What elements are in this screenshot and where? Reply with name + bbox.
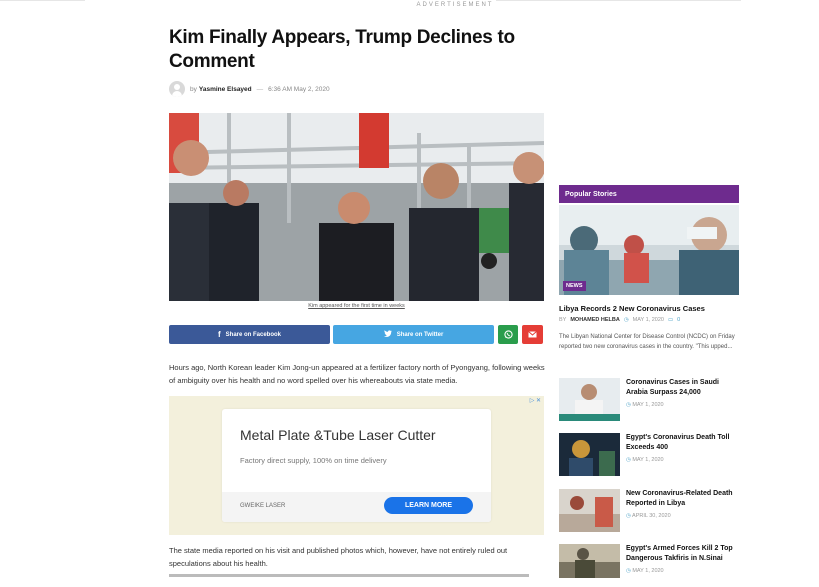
article-paragraph: The state media reported on his visit an… [169, 546, 508, 568]
share-twitter-label: Share on Twitter [396, 331, 444, 338]
article-hero-image [169, 113, 544, 301]
share-twitter-button[interactable]: Share on Twitter [333, 325, 494, 344]
facebook-icon: f [217, 330, 221, 339]
article-paragraph: Hours ago, North Korean leader Kim Jong-… [169, 363, 545, 385]
share-whatsapp-button[interactable] [498, 325, 518, 344]
article-paragraph-cutoff [169, 572, 529, 578]
side-story-title[interactable]: New Coronavirus-Related Death Reported i… [626, 489, 741, 509]
image-caption[interactable]: Kim appeared for the first time in weeks [169, 303, 544, 309]
adchoices-icon[interactable]: ▷ ✕ [530, 397, 541, 404]
side-story-title[interactable]: Coronavirus Cases in Saudi Arabia Surpas… [626, 378, 741, 398]
side-story-item[interactable]: Egypt's Coronavirus Death Toll Exceeds 4… [559, 433, 741, 476]
top-divider [0, 0, 819, 1]
side-story-date: ◷ MAY 1, 2020 [626, 457, 664, 463]
share-email-button[interactable] [522, 325, 543, 344]
side-story-item[interactable]: Egypt's Armed Forces Kill 2 Top Dangerou… [559, 544, 741, 587]
side-story-date: ◷ MAY 1, 2020 [626, 402, 664, 408]
twitter-icon [383, 330, 392, 339]
popular-stories-header: Popular Stories [559, 185, 739, 203]
clock-icon: ◷ [623, 317, 629, 323]
ad-learn-more-button[interactable]: LEARN MORE [384, 497, 473, 514]
article-datetime: 6:36 AM May 2, 2020 [268, 85, 330, 93]
side-story-thumbnail[interactable] [559, 489, 620, 532]
advertisement-label: ADVERTISEMENT [416, 2, 494, 8]
by-label: by [190, 85, 197, 93]
featured-date: MAY 1, 2020 [632, 317, 664, 323]
side-story-title[interactable]: Egypt's Coronavirus Death Toll Exceeds 4… [626, 433, 741, 453]
side-story-thumbnail[interactable] [559, 433, 620, 476]
side-story-date: ◷ APRIL 30, 2020 [626, 513, 671, 519]
advertisement-banner[interactable]: ▷ ✕ Metal Plate &Tube Laser Cutter Facto… [169, 396, 544, 535]
ad-subtext: Factory direct supply, 100% on time deli… [240, 456, 387, 465]
meta-separator: — [256, 85, 264, 93]
author-avatar[interactable] [169, 81, 185, 97]
featured-comment-count[interactable]: 0 [677, 317, 680, 323]
side-story-item[interactable]: New Coronavirus-Related Death Reported i… [559, 489, 741, 532]
ad-footer: GWEIKE LASER LEARN MORE [222, 492, 491, 522]
side-story-date: ◷ MAY 1, 2020 [626, 568, 664, 574]
ad-brand: GWEIKE LASER [240, 503, 286, 509]
featured-story-excerpt: The Libyan National Center for Disease C… [559, 334, 735, 350]
side-story-thumbnail[interactable] [559, 378, 620, 421]
featured-story-title[interactable]: Libya Records 2 New Coronavirus Cases [559, 304, 739, 313]
whatsapp-icon [503, 330, 513, 339]
share-facebook-button[interactable]: f Share on Facebook [169, 325, 330, 344]
author-link[interactable]: Yasmine Elsayed [199, 86, 252, 93]
article-meta: by Yasmine Elsayed — 6:36 AM May 2, 2020 [169, 81, 330, 97]
article-title: Kim Finally Appears, Trump Declines to C… [169, 27, 515, 72]
featured-author-link[interactable]: MOHAMED HELBA [570, 317, 620, 323]
comment-icon: ▭ [667, 317, 674, 323]
side-story-thumbnail[interactable] [559, 544, 620, 587]
ad-card[interactable]: Metal Plate &Tube Laser Cutter Factory d… [222, 409, 491, 522]
side-story-item[interactable]: Coronavirus Cases in Saudi Arabia Surpas… [559, 378, 741, 421]
email-icon [528, 331, 537, 338]
by-label: BY [559, 317, 567, 323]
news-badge[interactable]: NEWS [563, 281, 586, 291]
ad-headline[interactable]: Metal Plate &Tube Laser Cutter [240, 427, 436, 443]
featured-story-meta: BY MOHAMED HELBA ◷ MAY 1, 2020 ▭ 0 [559, 317, 680, 323]
side-story-title[interactable]: Egypt's Armed Forces Kill 2 Top Dangerou… [626, 544, 741, 564]
featured-story-image[interactable]: NEWS [559, 205, 739, 295]
share-facebook-label: Share on Facebook [225, 331, 282, 338]
